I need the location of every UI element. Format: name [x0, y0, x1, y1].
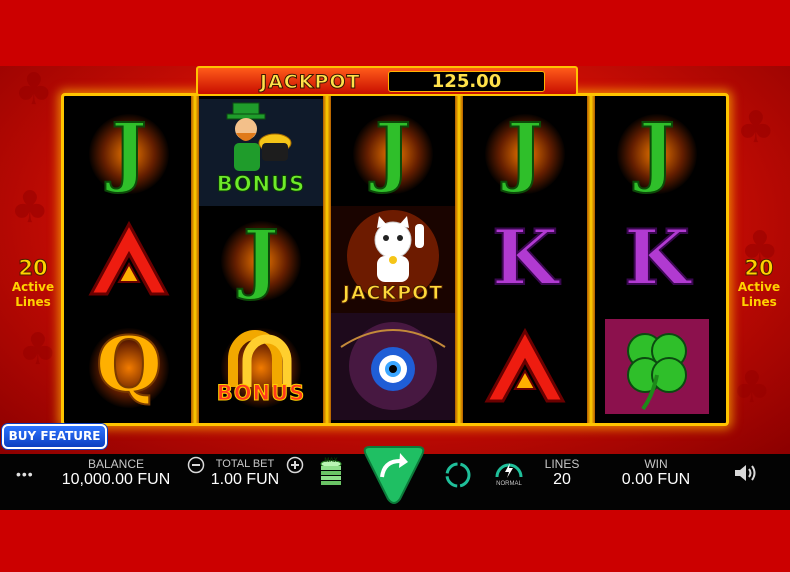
symbol-j: J [199, 206, 323, 313]
reel-divider [191, 96, 199, 423]
active-lines-label: Lines [15, 295, 51, 309]
symbol-k: K [463, 206, 587, 313]
jackpot-value: 125.00 [431, 71, 502, 92]
symbol-a [67, 206, 191, 313]
symbol-lucky-cat-jackpot: JACKPOT [331, 206, 455, 313]
symbol-horseshoe-bonus: BONUS [199, 313, 323, 420]
autoplay-icon[interactable] [443, 460, 473, 490]
buy-feature-button[interactable]: BUY FEATURE [2, 424, 107, 449]
letter-a-icon [88, 220, 170, 296]
lines-label: LINES [544, 457, 580, 471]
reels-area: J Q BONUS J BONUS J JACKPOT J K J K [61, 93, 729, 426]
symbol-four-leaf-clover [595, 313, 719, 420]
jackpot-value-box: 125.00 [388, 71, 545, 92]
bottom-band [0, 510, 790, 572]
reel-1: J Q [67, 99, 191, 420]
max-bet-icon[interactable]: MAX [318, 458, 344, 488]
reel-4: J K [463, 99, 587, 420]
symbol-k: K [595, 206, 719, 313]
total-bet-value: 1.00 FUN [210, 471, 280, 488]
menu-icon[interactable]: ••• [16, 466, 34, 482]
win-label: WIN [644, 457, 668, 471]
symbol-letter: J [506, 105, 544, 196]
total-bet-label: TOTAL BET [215, 458, 275, 470]
clover-decoration-icon: ♣ [732, 362, 772, 413]
clover-decoration-icon: ♣ [736, 102, 776, 153]
win-value: 0.00 FUN [621, 471, 691, 488]
reel-divider [323, 96, 331, 423]
sound-icon[interactable] [733, 462, 759, 484]
speed-icon[interactable] [494, 457, 524, 479]
active-lines-label: Lines [741, 295, 777, 309]
reel-2: BONUS J BONUS [199, 99, 323, 420]
symbol-letter: J [110, 105, 148, 196]
jackpot-caption: JACKPOT [342, 282, 444, 305]
evil-eye-icon [331, 313, 455, 420]
symbol-letter: K [491, 212, 559, 303]
lines-value: 20 [553, 471, 571, 488]
symbol-a [463, 313, 587, 420]
active-lines-count: 20 [744, 256, 774, 281]
reel-3: J JACKPOT [331, 99, 455, 420]
symbol-j: J [595, 99, 719, 206]
jackpot-bar: JACKPOT 125.00 [196, 66, 578, 96]
active-lines-left: 20 Active Lines [0, 256, 66, 310]
control-bar: ••• BALANCE 10,000.00 FUN TOTAL BET 1.00… [0, 446, 790, 510]
symbol-j: J [67, 99, 191, 206]
symbol-j: J [331, 99, 455, 206]
symbol-leprechaun-bonus: BONUS [199, 99, 323, 206]
spin-icon[interactable] [358, 437, 430, 509]
active-lines-label: Active [11, 280, 55, 294]
reel-divider [455, 96, 463, 423]
symbol-letter: K [623, 212, 691, 303]
bonus-caption: BONUS [216, 381, 306, 406]
speed-label: NORMAL [496, 481, 522, 487]
active-lines-right: 20 Active Lines [726, 256, 790, 310]
jackpot-label: JACKPOT [259, 71, 361, 94]
balance-label: BALANCE [87, 457, 145, 471]
symbol-letter: J [374, 105, 412, 196]
symbol-evil-eye [331, 313, 455, 420]
symbol-j: J [463, 99, 587, 206]
reel-5: J K [595, 99, 719, 420]
clover-decoration-icon: ♣ [14, 66, 54, 115]
symbol-letter: J [242, 212, 280, 303]
letter-a-icon [484, 327, 566, 403]
symbol-q: Q [67, 313, 191, 420]
reel-divider [587, 96, 595, 423]
four-leaf-clover-icon [605, 319, 709, 414]
symbol-letter: Q [95, 319, 163, 410]
top-band [0, 0, 790, 66]
symbol-letter: J [638, 105, 676, 196]
active-lines-count: 20 [18, 256, 48, 281]
bonus-caption: BONUS [216, 172, 306, 197]
balance-value: 10,000.00 FUN [61, 471, 171, 488]
clover-decoration-icon: ♣ [18, 324, 58, 375]
clover-decoration-icon: ♣ [10, 182, 50, 233]
max-bet-label: MAX [324, 458, 338, 464]
active-lines-label: Active [737, 280, 781, 294]
